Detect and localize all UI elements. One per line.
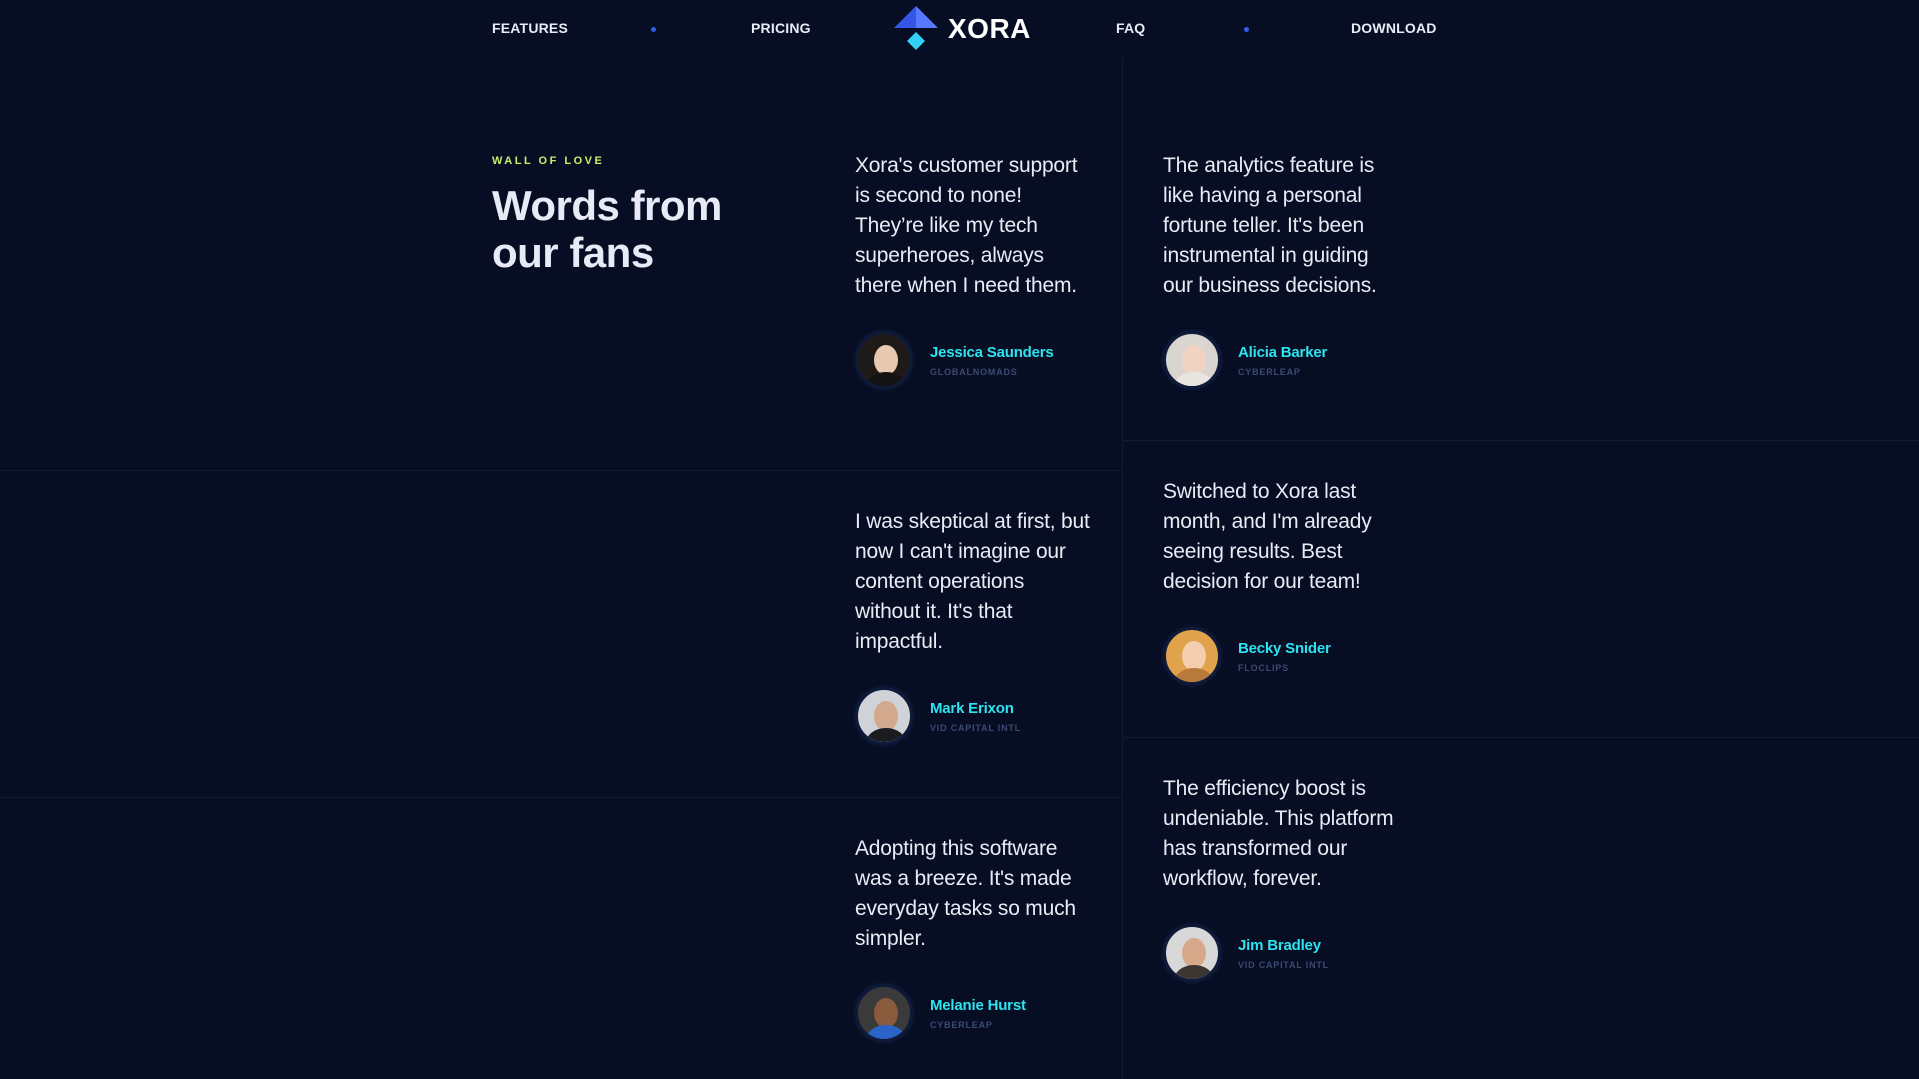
section-eyebrow: WALL OF LOVE xyxy=(492,155,605,167)
testimonial-author: Becky Snider FLOCLIPS xyxy=(1163,627,1398,685)
avatar[interactable] xyxy=(855,687,913,745)
testimonial-card: Xora's customer support is second to non… xyxy=(855,151,1090,389)
logo[interactable]: XORA xyxy=(892,6,1031,52)
testimonial-quote: Adopting this software was a breeze. It'… xyxy=(855,837,1076,950)
section-title: Words from our fans xyxy=(492,182,722,276)
row-divider xyxy=(1122,737,1919,738)
testimonial-quote: The efficiency boost is undeniable. This… xyxy=(1163,777,1394,890)
nav-features-link[interactable]: FEATURES xyxy=(492,20,568,36)
avatar[interactable] xyxy=(1163,924,1221,982)
testimonial-quote: The analytics feature is like having a p… xyxy=(1163,154,1377,297)
page: FEATURES PRICING XORA FAQ DOWNLOAD WALL … xyxy=(0,0,1919,1079)
row-divider xyxy=(1122,440,1919,441)
testimonial-card: Adopting this software was a breeze. It'… xyxy=(855,834,1090,1042)
author-name[interactable]: Jim Bradley xyxy=(1238,937,1329,954)
nav-download-link[interactable]: DOWNLOAD xyxy=(1351,20,1437,36)
testimonial-author: Mark Erixon VID CAPITAL INTL xyxy=(855,687,1090,745)
nav-faq-link[interactable]: FAQ xyxy=(1116,20,1145,36)
testimonial-card: The efficiency boost is undeniable. This… xyxy=(1163,774,1398,982)
testimonial-quote: Xora's customer support is second to non… xyxy=(855,154,1078,297)
author-name[interactable]: Melanie Hurst xyxy=(930,997,1026,1014)
avatar[interactable] xyxy=(855,331,913,389)
avatar[interactable] xyxy=(1163,627,1221,685)
author-company: FLOCLIPS xyxy=(1238,662,1289,673)
avatar[interactable] xyxy=(855,984,913,1042)
author-name[interactable]: Becky Snider xyxy=(1238,640,1331,657)
row-divider xyxy=(0,797,1122,798)
nav-separator-dot xyxy=(651,27,656,32)
author-company: CYBERLEAP xyxy=(930,1019,993,1030)
testimonial-quote: I was skeptical at first, but now I can'… xyxy=(855,510,1090,653)
testimonial-card: Switched to Xora last month, and I'm alr… xyxy=(1163,477,1398,685)
author-name[interactable]: Alicia Barker xyxy=(1238,344,1327,361)
row-divider xyxy=(0,470,1122,471)
author-company: VID CAPITAL INTL xyxy=(1238,959,1329,970)
avatar[interactable] xyxy=(1163,331,1221,389)
testimonial-author: Melanie Hurst CYBERLEAP xyxy=(855,984,1090,1042)
logo-wordmark: XORA xyxy=(948,13,1031,44)
xora-logo-icon xyxy=(894,6,938,50)
author-name[interactable]: Jessica Saunders xyxy=(930,344,1054,361)
author-company: VID CAPITAL INTL xyxy=(930,722,1021,733)
testimonial-author: Alicia Barker CYBERLEAP xyxy=(1163,331,1398,389)
testimonial-card: The analytics feature is like having a p… xyxy=(1163,151,1398,389)
nav-separator-dot xyxy=(1244,27,1249,32)
testimonial-author: Jim Bradley VID CAPITAL INTL xyxy=(1163,924,1398,982)
column-divider xyxy=(1122,58,1123,1079)
author-name[interactable]: Mark Erixon xyxy=(930,700,1021,717)
author-company: GLOBALNOMADS xyxy=(930,366,1018,377)
testimonial-quote: Switched to Xora last month, and I'm alr… xyxy=(1163,480,1372,593)
author-company: CYBERLEAP xyxy=(1238,366,1301,377)
top-nav: FEATURES PRICING XORA FAQ DOWNLOAD xyxy=(0,0,1919,60)
testimonial-card: I was skeptical at first, but now I can'… xyxy=(855,507,1090,745)
testimonial-author: Jessica Saunders GLOBALNOMADS xyxy=(855,331,1090,389)
nav-pricing-link[interactable]: PRICING xyxy=(751,20,811,36)
